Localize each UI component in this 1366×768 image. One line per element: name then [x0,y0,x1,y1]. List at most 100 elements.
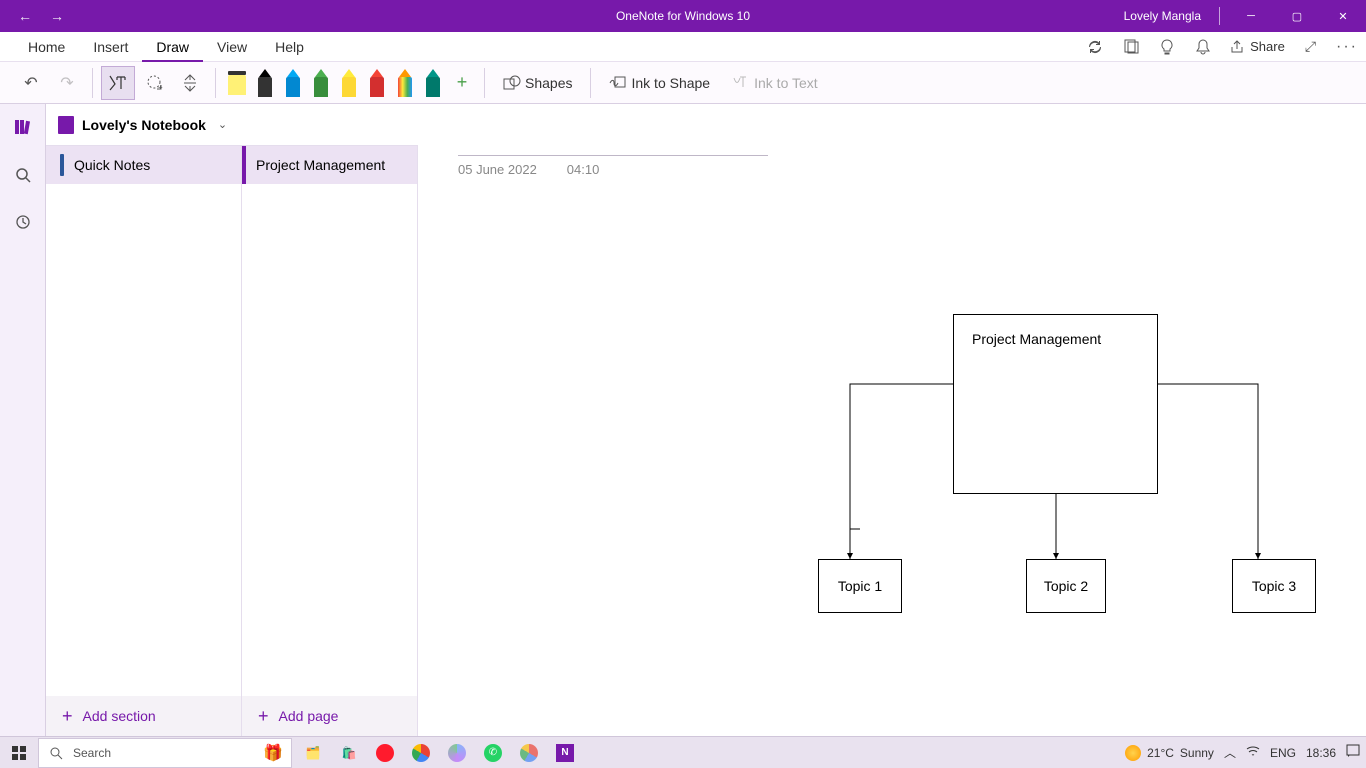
shapes-label: Shapes [525,75,572,91]
menu-help[interactable]: Help [261,32,318,62]
sections-list: Quick Notes [46,146,242,696]
page-label: Project Management [256,157,385,173]
search-rail-icon[interactable] [15,167,31,188]
opera-icon[interactable] [370,738,400,768]
undo-button[interactable]: ↶ [14,66,48,100]
chevron-down-icon[interactable]: ⌄ [218,118,227,131]
app-title: OneNote for Windows 10 [616,9,750,23]
notebook-name[interactable]: Lovely's Notebook [82,117,206,133]
page-item[interactable]: Project Management [242,146,417,184]
lightbulb-icon[interactable] [1159,39,1175,55]
sync-icon[interactable] [1087,39,1103,55]
plus-icon: + [258,706,269,727]
menu-view[interactable]: View [203,32,261,62]
insert-space-button[interactable] [173,66,207,100]
close-button[interactable]: ✕ [1320,0,1366,32]
fullscreen-icon[interactable]: ⤢ [1305,38,1316,55]
notification-bell-icon[interactable] [1195,39,1211,55]
diagram-main-box[interactable]: Project Management [953,314,1158,494]
pen-green[interactable] [308,65,334,101]
pen-teal[interactable] [420,65,446,101]
chrome-icon[interactable] [406,738,436,768]
diagram-topic-box-2[interactable]: Topic 2 [1026,559,1106,613]
share-icon [1231,40,1245,54]
search-decoration-icon: 🎁 [263,743,283,763]
add-section-label: Add section [83,708,156,724]
shapes-tool[interactable]: Shapes [493,75,582,91]
page-title-line[interactable] [458,148,768,156]
back-arrow-icon[interactable]: ← [18,8,32,24]
menu-insert[interactable]: Insert [79,32,142,62]
page-canvas[interactable]: 05 June 2022 04:10 Project Management [418,104,1366,736]
chrome-beta-icon[interactable] [514,738,544,768]
diagram-topic-label: Topic 1 [838,578,882,594]
title-bar: ← → OneNote for Windows 10 Lovely Mangla… [0,0,1366,32]
section-item[interactable]: Quick Notes [46,146,241,184]
add-page-label: Add page [279,708,339,724]
taskbar: Search 🎁 🗂️ 🛍️ ✆ N 21°C Sunny ︿ ENG 18:3… [0,736,1366,768]
menu-bar: Home Insert Draw View Help Share ⤢ ··· [0,32,1366,62]
whatsapp-icon[interactable]: ✆ [478,738,508,768]
ink-to-text-label: Ink to Text [754,75,818,91]
pen-rainbow[interactable] [392,65,418,101]
lasso-tool-button[interactable]: + [137,66,171,100]
plus-icon: + [62,706,73,727]
diagram-main-label: Project Management [972,331,1101,347]
highlighter-yellow[interactable] [224,65,250,101]
pen-red[interactable] [364,65,390,101]
maximize-button[interactable]: ▢ [1274,0,1320,32]
diagram: Project Management Topic 1 Topic 2 Topic… [618,254,1338,674]
type-tool-button[interactable] [101,66,135,100]
menu-draw[interactable]: Draw [142,32,203,62]
weather-cond: Sunny [1180,746,1214,760]
minimize-button[interactable]: ─ [1228,0,1274,32]
svg-text:+: + [158,83,163,92]
diagram-topic-box-1[interactable]: Topic 1 [818,559,902,613]
pen-yellow[interactable] [336,65,362,101]
weather-widget[interactable]: 21°C Sunny [1125,745,1214,761]
notifications-icon[interactable] [1346,744,1360,761]
titlebar-divider [1219,7,1220,25]
start-button[interactable] [0,746,38,760]
ink-to-text-tool: Ink to Text [722,75,828,91]
add-pen-button[interactable]: + [448,69,476,97]
ribbon-sep4 [590,68,591,98]
diagram-topic-label: Topic 3 [1252,578,1296,594]
page-window-icon[interactable] [1123,39,1139,55]
redo-button: ↷ [50,66,84,100]
share-button[interactable]: Share [1231,39,1285,54]
pages-list: Project Management [242,146,418,696]
page-time: 04:10 [567,162,600,177]
more-icon[interactable]: ··· [1336,38,1358,56]
menu-home[interactable]: Home [14,32,79,62]
diagram-topic-box-3[interactable]: Topic 3 [1232,559,1316,613]
user-name[interactable]: Lovely Mangla [1124,9,1219,23]
add-page-button[interactable]: + Add page [242,696,418,736]
tray-language[interactable]: ENG [1270,746,1296,760]
notebooks-icon[interactable] [14,118,32,141]
onenote-taskbar-icon[interactable]: N [550,738,580,768]
tray-chevron-icon[interactable]: ︿ [1224,744,1236,761]
shapes-icon [503,75,521,91]
ribbon-sep2 [215,68,216,98]
tray-time[interactable]: 18:36 [1306,746,1336,760]
microsoft-store-icon[interactable]: 🛍️ [334,738,364,768]
notebook-icon [58,116,74,134]
pen-black[interactable] [252,65,278,101]
chrome-canary-icon[interactable] [442,738,472,768]
page-date: 05 June 2022 [458,162,537,177]
forward-arrow-icon[interactable]: → [50,8,64,24]
ink-to-text-icon [732,75,750,91]
search-icon [49,746,63,760]
navigation-rail [0,104,46,736]
ink-to-shape-tool[interactable]: Ink to Shape [599,75,720,91]
pen-blue[interactable] [280,65,306,101]
taskbar-search[interactable]: Search 🎁 [38,738,292,768]
ribbon-sep [92,68,93,98]
add-section-button[interactable]: + Add section [46,696,242,736]
add-bar: + Add section + Add page [46,696,418,736]
file-explorer-icon[interactable]: 🗂️ [298,738,328,768]
recent-rail-icon[interactable] [15,214,31,235]
share-label: Share [1250,39,1285,54]
wifi-icon[interactable] [1246,745,1260,760]
